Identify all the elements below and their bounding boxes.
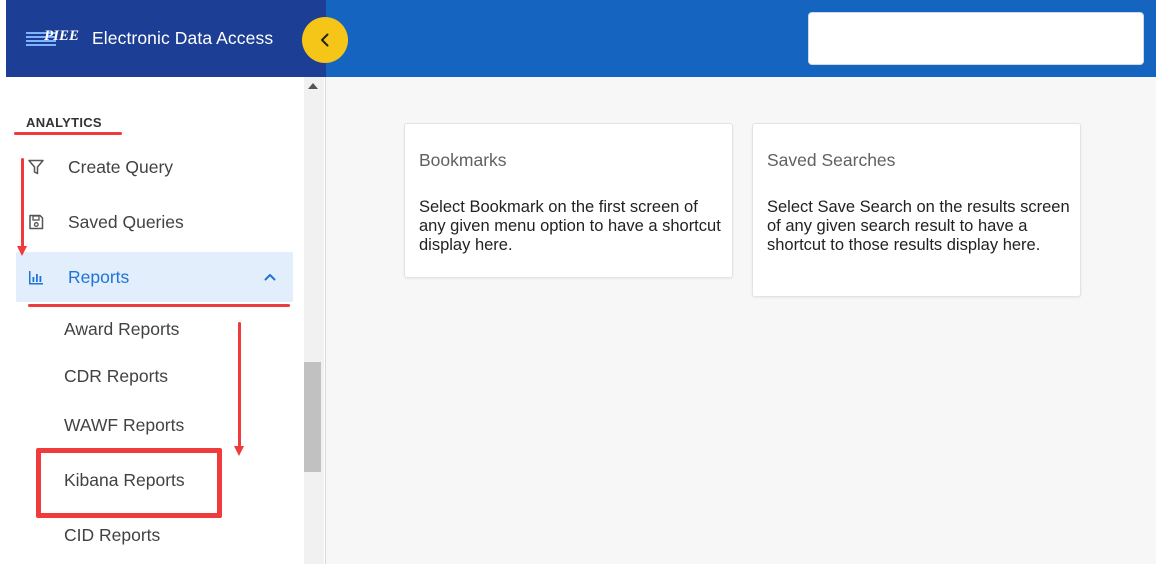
scrollbar-thumb[interactable]	[304, 362, 321, 472]
saved-searches-card: Saved Searches Select Save Search on the…	[752, 123, 1081, 297]
sidebar-subitem-cdr-reports[interactable]: CDR Reports	[64, 366, 168, 387]
card-title: Bookmarks	[419, 150, 507, 170]
top-bar	[326, 0, 1156, 77]
annotation-arrowhead-2	[234, 446, 244, 456]
annotation-underline-reports	[28, 304, 290, 307]
filter-icon	[26, 157, 46, 177]
sidebar-item-label: Reports	[68, 266, 130, 287]
sidebar-subitem-cid-reports[interactable]: CID Reports	[64, 525, 160, 546]
chevron-up-icon[interactable]	[263, 270, 277, 284]
sidebar-item-create-query[interactable]: Create Query	[16, 142, 293, 192]
annotation-arrow-line-1	[21, 158, 24, 248]
sidebar-item-label: Create Query	[68, 156, 174, 177]
search-input[interactable]	[808, 12, 1144, 65]
sidebar-header: PIEE Electronic Data Access	[6, 0, 326, 77]
app-frame: PIEE Electronic Data Access ANALYTICS Cr…	[6, 0, 1156, 564]
sidebar-item-reports[interactable]: Reports	[16, 252, 293, 302]
chevron-left-icon	[321, 33, 329, 47]
annotation-underline-analytics	[14, 132, 122, 135]
card-body: Select Bookmark on the first screen of a…	[419, 198, 721, 254]
annotation-arrowhead-1	[17, 246, 27, 256]
sidebar-scrollbar[interactable]	[304, 77, 324, 564]
collapse-sidebar-button[interactable]	[302, 17, 348, 63]
app-title: Electronic Data Access	[92, 28, 274, 48]
sidebar-subitem-award-reports[interactable]: Award Reports	[64, 319, 179, 340]
bookmarks-card: Bookmarks Select Bookmark on the first s…	[404, 123, 733, 278]
bar-chart-icon	[26, 267, 46, 287]
sidebar-item-label: Saved Queries	[68, 211, 184, 232]
piee-logo[interactable]: PIEE Electronic Data Access	[26, 28, 273, 50]
piee-logo-icon: PIEE	[26, 28, 88, 50]
card-body: Select Save Search on the results screen…	[767, 198, 1070, 254]
section-title-analytics: ANALYTICS	[26, 115, 102, 130]
scroll-up-arrow-icon[interactable]	[308, 83, 318, 89]
annotation-highlight-kibana-reports	[36, 448, 222, 518]
card-title: Saved Searches	[767, 150, 896, 170]
annotation-arrow-line-2	[238, 322, 241, 448]
sidebar-subitem-wawf-reports[interactable]: WAWF Reports	[64, 415, 184, 436]
sidebar-item-saved-queries[interactable]: Saved Queries	[16, 197, 293, 247]
save-icon	[26, 212, 46, 232]
